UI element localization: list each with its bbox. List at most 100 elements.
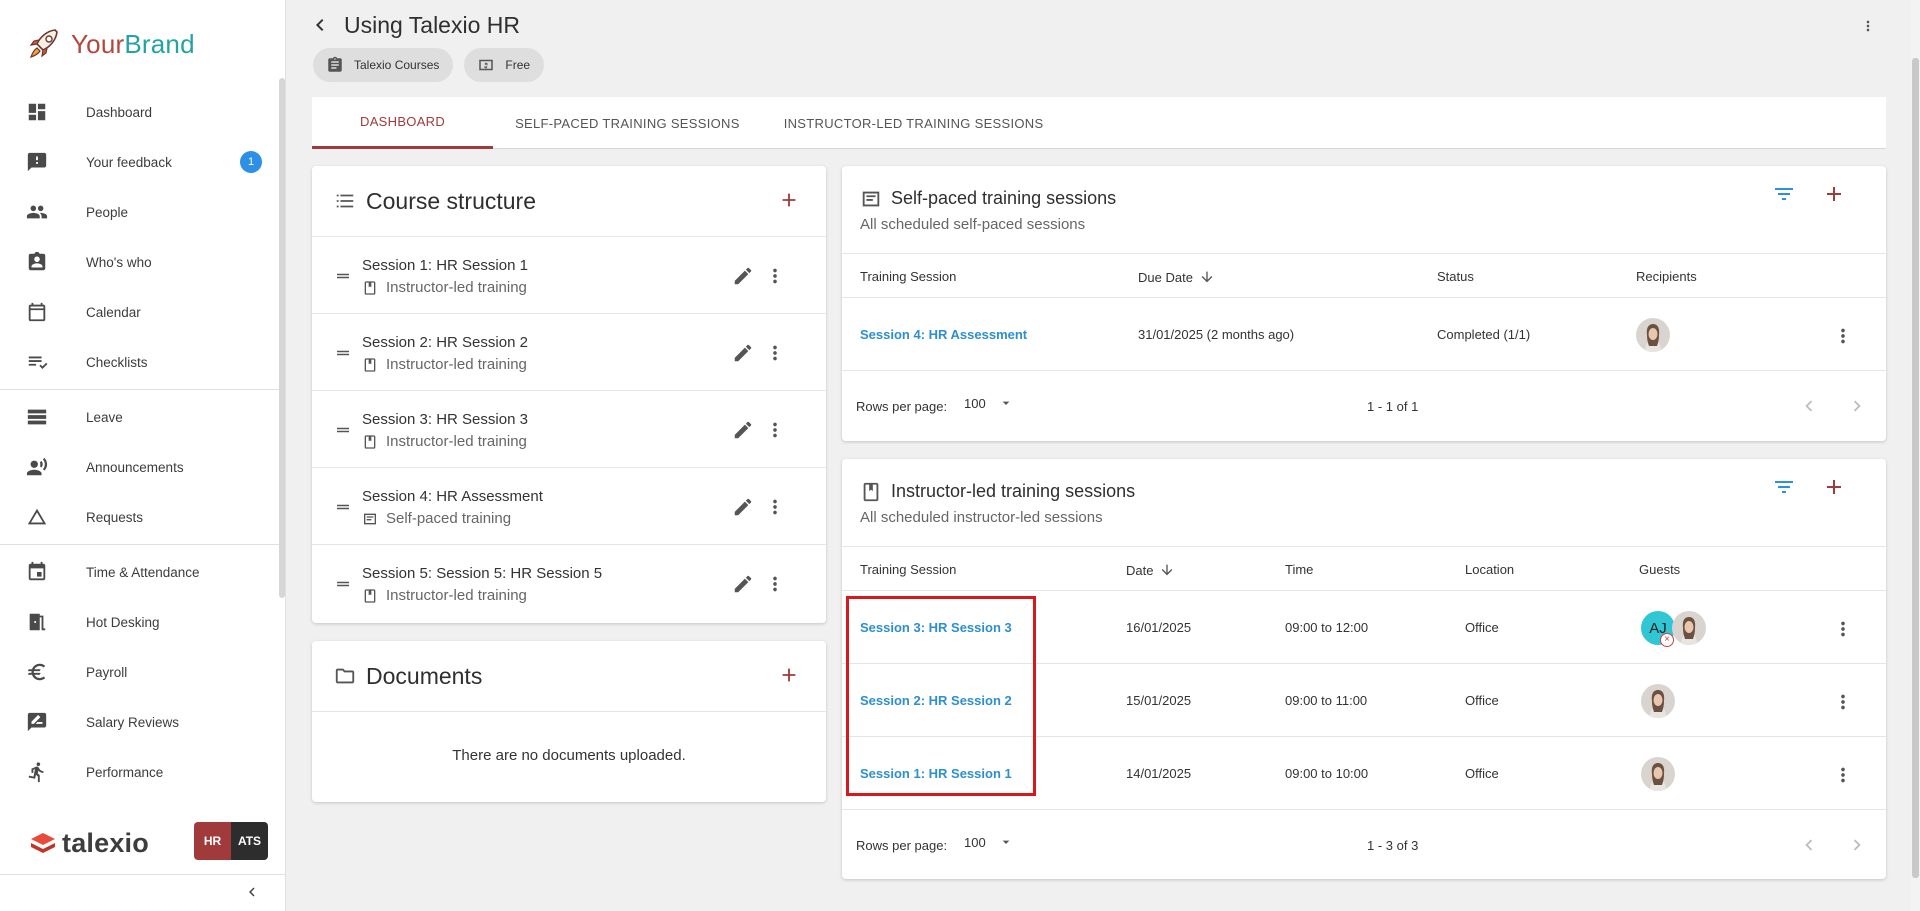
column-header-time[interactable]: Time bbox=[1285, 562, 1313, 577]
column-header-date[interactable]: Date bbox=[1126, 562, 1175, 578]
sidebar-scrollbar[interactable] bbox=[279, 78, 285, 598]
location-cell: Office bbox=[1465, 693, 1499, 708]
session-link[interactable]: Session 1: HR Session 1 bbox=[860, 766, 1012, 781]
add-instructor-led-session-button[interactable] bbox=[1822, 475, 1846, 499]
sidebar-item-whos-who[interactable]: Who's who bbox=[0, 237, 280, 287]
more-vertical-icon[interactable] bbox=[1836, 764, 1850, 786]
drag-handle-icon[interactable] bbox=[334, 575, 352, 593]
talexio-logo-text: talexio bbox=[62, 828, 149, 858]
avatar[interactable] bbox=[1641, 684, 1675, 718]
drag-handle-icon[interactable] bbox=[334, 498, 352, 516]
more-vertical-icon[interactable] bbox=[768, 265, 782, 287]
add-document-button[interactable] bbox=[778, 664, 800, 686]
sidebar-item-payroll[interactable]: Payroll bbox=[0, 647, 280, 697]
table-row[interactable]: Session 3: HR Session 3 16/01/2025 09:00… bbox=[842, 591, 1886, 664]
sidebar-item-time-attendance[interactable]: Time & Attendance bbox=[0, 547, 280, 597]
more-vertical-icon[interactable] bbox=[1836, 691, 1850, 713]
sidebar-item-hot-desking[interactable]: Hot Desking bbox=[0, 597, 280, 647]
sidebar-item-performance[interactable]: Performance bbox=[0, 747, 280, 797]
course-session-item[interactable]: Session 1: HR Session 1 Instructor-led t… bbox=[312, 237, 826, 314]
filter-icon[interactable] bbox=[1772, 475, 1796, 499]
sidebar-item-checklists[interactable]: Checklists bbox=[0, 337, 280, 387]
table-row[interactable]: Session 4: HR Assessment 31/01/2025 (2 m… bbox=[842, 298, 1886, 371]
more-vertical-icon[interactable] bbox=[768, 342, 782, 364]
edit-icon[interactable] bbox=[732, 573, 754, 595]
rows-per-page-label: Rows per page: bbox=[856, 399, 948, 414]
column-header-guests[interactable]: Guests bbox=[1639, 562, 1680, 577]
course-structure-header: Course structure bbox=[312, 166, 826, 237]
more-vertical-icon[interactable] bbox=[768, 419, 782, 441]
drag-handle-icon[interactable] bbox=[334, 421, 352, 439]
more-vertical-icon[interactable] bbox=[768, 496, 782, 518]
rows-per-page-value: 100 bbox=[964, 395, 986, 411]
column-header-training-session[interactable]: Training Session bbox=[860, 562, 956, 577]
column-header-due-date[interactable]: Due Date bbox=[1138, 269, 1215, 285]
more-vertical-icon[interactable] bbox=[1836, 618, 1850, 640]
brand-logo[interactable]: YourBrand bbox=[25, 24, 195, 64]
avatar[interactable] bbox=[1641, 757, 1675, 791]
announcement-icon bbox=[26, 456, 48, 478]
more-vertical-icon[interactable] bbox=[768, 573, 782, 595]
pagination-range: 1 - 1 of 1 bbox=[1367, 399, 1419, 414]
tab-self-paced-training-sessions[interactable]: SELF-PACED TRAINING SESSIONS bbox=[493, 97, 762, 149]
sidebar-item-label: Your feedback bbox=[86, 154, 172, 170]
rows-per-page-select[interactable]: 100 bbox=[964, 834, 1014, 850]
edit-icon[interactable] bbox=[732, 496, 754, 518]
sidebar-item-calendar[interactable]: Calendar bbox=[0, 287, 280, 337]
previous-page-icon[interactable] bbox=[1798, 395, 1820, 417]
avatar[interactable] bbox=[1636, 318, 1670, 352]
course-session-item[interactable]: Session 4: HR Assessment Self-paced trai… bbox=[312, 468, 826, 545]
course-structure-title: Course structure bbox=[366, 187, 537, 214]
next-page-icon[interactable] bbox=[1846, 834, 1868, 856]
avatar[interactable] bbox=[1672, 611, 1706, 645]
tab-dashboard[interactable]: DASHBOARD bbox=[312, 97, 494, 149]
page-scrollbar-thumb[interactable] bbox=[1912, 58, 1919, 878]
sidebar-item-your-feedback[interactable]: Your feedback 1 bbox=[0, 137, 280, 187]
drag-handle-icon[interactable] bbox=[334, 344, 352, 362]
session-link[interactable]: Session 2: HR Session 2 bbox=[860, 693, 1012, 708]
feedback-icon bbox=[26, 151, 48, 173]
hr-product-button[interactable]: HR bbox=[194, 822, 231, 860]
session-link[interactable]: Session 3: HR Session 3 bbox=[860, 620, 1012, 635]
add-self-paced-session-button[interactable] bbox=[1822, 182, 1846, 206]
sidebar-item-leave[interactable]: Leave bbox=[0, 392, 280, 442]
column-header-status[interactable]: Status bbox=[1437, 269, 1474, 284]
sidebar-item-label: Payroll bbox=[86, 664, 128, 680]
column-header-training-session[interactable]: Training Session bbox=[860, 269, 956, 284]
sidebar-item-dashboard[interactable]: Dashboard bbox=[0, 87, 280, 137]
sidebar-item-salary-reviews[interactable]: Salary Reviews bbox=[0, 697, 280, 747]
table-row[interactable]: Session 1: HR Session 1 14/01/2025 09:00… bbox=[842, 737, 1886, 810]
filter-icon[interactable] bbox=[1772, 182, 1796, 206]
collapse-sidebar-button[interactable] bbox=[240, 880, 264, 904]
instructor-led-pagination: Rows per page: 100 1 - 3 of 3 bbox=[842, 810, 1886, 878]
page-more-menu-button[interactable] bbox=[1858, 14, 1878, 38]
add-session-button[interactable] bbox=[778, 189, 800, 211]
next-page-icon[interactable] bbox=[1846, 395, 1868, 417]
course-session-item[interactable]: Session 3: HR Session 3 Instructor-led t… bbox=[312, 391, 826, 468]
back-arrow-icon[interactable] bbox=[308, 13, 332, 37]
tab-instructor-led-training-sessions[interactable]: INSTRUCTOR-LED TRAINING SESSIONS bbox=[762, 97, 1066, 149]
sidebar-item-announcements[interactable]: Announcements bbox=[0, 442, 280, 492]
rows-per-page-select[interactable]: 100 bbox=[964, 395, 1014, 411]
book-icon bbox=[364, 280, 376, 295]
sidebar-nav: Dashboard Your feedback 1 People Who's w… bbox=[0, 87, 280, 797]
self-paced-pagination: Rows per page: 100 1 - 1 of 1 bbox=[842, 371, 1886, 439]
course-session-item[interactable]: Session 2: HR Session 2 Instructor-led t… bbox=[312, 314, 826, 391]
sidebar-item-requests[interactable]: Requests bbox=[0, 492, 280, 542]
page-scrollbar[interactable] bbox=[1911, 0, 1920, 911]
column-header-location[interactable]: Location bbox=[1465, 562, 1514, 577]
edit-icon[interactable] bbox=[732, 419, 754, 441]
edit-icon[interactable] bbox=[732, 265, 754, 287]
edit-icon[interactable] bbox=[732, 342, 754, 364]
column-header-recipients[interactable]: Recipients bbox=[1636, 269, 1697, 284]
declined-icon: × bbox=[1660, 633, 1674, 647]
sidebar-item-people[interactable]: People bbox=[0, 187, 280, 237]
course-session-item[interactable]: Session 5: Session 5: HR Session 5 Instr… bbox=[312, 545, 826, 622]
session-link[interactable]: Session 4: HR Assessment bbox=[860, 327, 1027, 342]
avatar-photo bbox=[1641, 684, 1675, 718]
table-row[interactable]: Session 2: HR Session 2 15/01/2025 09:00… bbox=[842, 664, 1886, 737]
more-vertical-icon[interactable] bbox=[1836, 325, 1850, 347]
previous-page-icon[interactable] bbox=[1798, 834, 1820, 856]
ats-product-button[interactable]: ATS bbox=[231, 822, 268, 860]
drag-handle-icon[interactable] bbox=[334, 267, 352, 285]
